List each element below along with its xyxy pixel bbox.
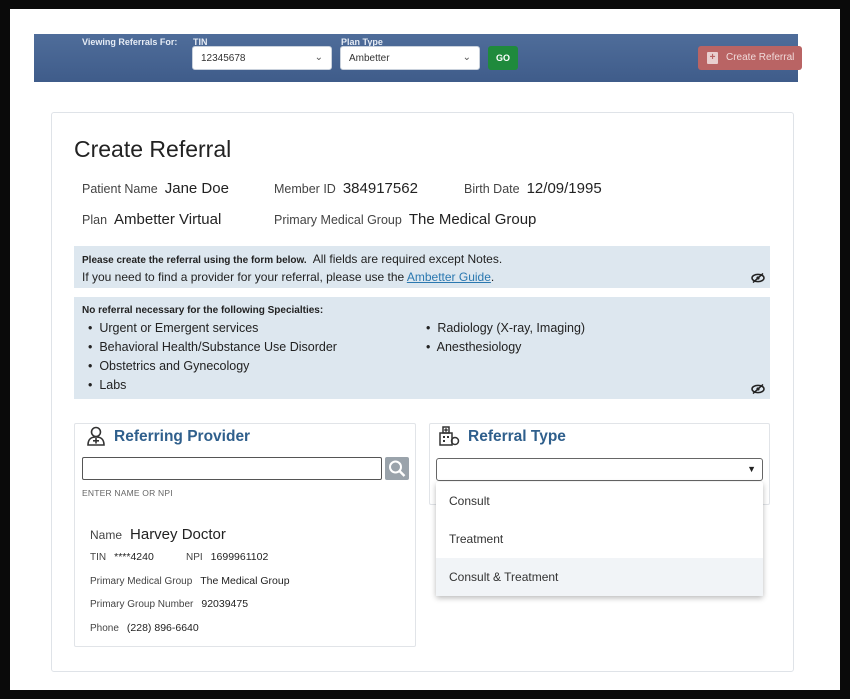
plan-value: Ambetter Virtual xyxy=(114,211,222,228)
provider-pmg-value: The Medical Group xyxy=(200,575,290,587)
instructions-bold: Please create the referral using the for… xyxy=(82,255,307,266)
member-id-value: 384917562 xyxy=(342,180,418,197)
provider-tin-label: TIN xyxy=(90,552,107,563)
provider-pgn: Primary Group Number 92039475 xyxy=(90,598,248,610)
search-icon xyxy=(389,460,406,477)
tin-select-value: 12345678 xyxy=(201,53,246,64)
provider-npi: NPI 1699961102 xyxy=(186,551,268,563)
plan-label: Plan xyxy=(82,213,108,227)
guide-prefix: If you need to find a provider for your … xyxy=(82,270,405,284)
provider-name-value: Harvey Doctor xyxy=(130,526,226,543)
provider-icon xyxy=(87,426,105,446)
provider-tin: TIN ****4240 xyxy=(90,551,154,563)
patient-name: Patient Name Jane Doe xyxy=(82,180,229,197)
patient-name-value: Jane Doe xyxy=(164,180,229,197)
provider-search-hint: ENTER NAME OR NPI xyxy=(82,488,173,498)
provider-phone: Phone (228) 896-6640 xyxy=(90,622,199,634)
create-referral-button[interactable]: + Create Referral xyxy=(698,46,802,70)
instructions-rest: All fields are required except Notes. xyxy=(312,252,503,266)
provider-pmg: Primary Medical Group The Medical Group xyxy=(90,575,290,587)
plan: Plan Ambetter Virtual xyxy=(82,211,221,228)
specialty-item: • Urgent or Emergent services xyxy=(88,321,259,335)
referral-type-option-treatment[interactable]: Treatment xyxy=(436,520,763,558)
instructions-banner: Please create the referral using the for… xyxy=(74,246,770,288)
birth-date-value: 12/09/1995 xyxy=(526,180,602,197)
pmg-label: Primary Medical Group xyxy=(274,213,402,227)
eye-slash-icon[interactable] xyxy=(751,273,765,283)
specialty-item: • Behavioral Health/Substance Use Disord… xyxy=(88,340,337,354)
chevron-down-icon: ⌄ xyxy=(462,52,471,63)
primary-medical-group: Primary Medical Group The Medical Group xyxy=(274,211,536,228)
provider-name: Name Harvey Doctor xyxy=(90,526,226,543)
viewing-label: Viewing Referrals For: xyxy=(82,37,178,47)
instructions-line-1: Please create the referral using the for… xyxy=(82,252,502,266)
provider-pmg-label: Primary Medical Group xyxy=(90,576,193,587)
plan-type-select-value: Ambetter xyxy=(349,53,390,64)
referral-type-menu: Consult Treatment Consult & Treatment xyxy=(436,482,763,596)
plan-type-select[interactable]: Ambetter ⌄ xyxy=(340,46,480,70)
provider-pgn-value: 92039475 xyxy=(201,598,249,610)
member-id-label: Member ID xyxy=(274,182,336,196)
provider-search-input[interactable] xyxy=(82,457,382,480)
provider-search-button[interactable] xyxy=(385,457,409,480)
tin-select[interactable]: 12345678 ⌄ xyxy=(192,46,332,70)
provider-npi-value: 1699961102 xyxy=(210,551,269,563)
provider-tin-value: ****4240 xyxy=(114,551,154,563)
patient-name-label: Patient Name xyxy=(82,182,158,196)
referring-provider-title: Referring Provider xyxy=(114,428,251,445)
specialty-item: • Obstetrics and Gynecology xyxy=(88,359,250,373)
provider-pgn-label: Primary Group Number xyxy=(90,599,194,610)
instructions-line-2: If you need to find a provider for your … xyxy=(82,270,494,284)
referral-type-option-consult[interactable]: Consult xyxy=(436,482,763,520)
create-referral-label: Create Referral xyxy=(726,52,795,63)
birth-date-label: Birth Date xyxy=(464,182,520,196)
plus-icon: + xyxy=(707,52,718,64)
clinic-icon xyxy=(439,426,460,446)
member-id: Member ID 384917562 xyxy=(274,180,418,197)
caret-down-icon: ▼ xyxy=(747,464,756,474)
specialty-item: • Radiology (X-ray, Imaging) xyxy=(426,321,586,335)
go-button[interactable]: GO xyxy=(488,46,518,70)
page-title: Create Referral xyxy=(74,136,232,162)
provider-phone-label: Phone xyxy=(90,623,119,634)
provider-npi-label: NPI xyxy=(186,552,203,563)
referral-type-select[interactable]: ▼ xyxy=(436,458,763,481)
provider-phone-value: (228) 896-6640 xyxy=(126,622,199,634)
chevron-down-icon: ⌄ xyxy=(314,52,323,63)
referral-type-option-consult-treatment[interactable]: Consult & Treatment xyxy=(436,558,763,596)
no-referral-heading: No referral necessary for the following … xyxy=(82,305,324,316)
filter-bar: Viewing Referrals For: TIN Plan Type 123… xyxy=(34,34,802,82)
guide-suffix: . xyxy=(490,270,495,284)
specialty-item: • Labs xyxy=(88,378,127,392)
provider-name-label: Name xyxy=(90,528,123,542)
pmg-value: The Medical Group xyxy=(408,211,537,228)
birth-date: Birth Date 12/09/1995 xyxy=(464,180,602,197)
referral-type-title: Referral Type xyxy=(468,428,566,445)
no-referral-banner: No referral necessary for the following … xyxy=(74,297,770,399)
eye-slash-icon[interactable] xyxy=(751,384,765,394)
specialty-item: • Anesthesiology xyxy=(426,340,522,354)
ambetter-guide-link[interactable]: Ambetter Guide xyxy=(407,270,491,284)
